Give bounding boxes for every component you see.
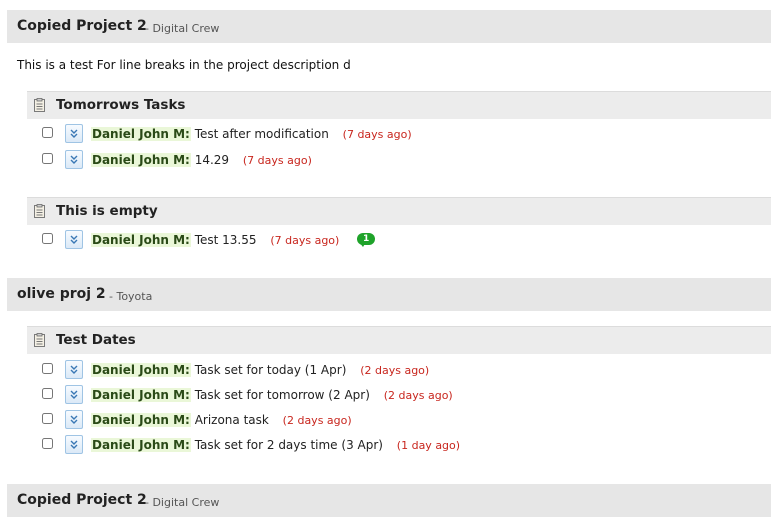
project-header: Copied Project 2 - Digital Crew xyxy=(7,484,771,517)
task-expand-button[interactable] xyxy=(65,385,83,404)
task-list-title[interactable]: Tomorrows Tasks xyxy=(56,97,185,113)
task-expand-button[interactable] xyxy=(65,360,83,379)
task-row: Daniel John M: Arizona task (2 days ago) xyxy=(42,410,742,432)
task-checkbox[interactable] xyxy=(42,153,53,164)
task-text: Daniel John M: Task set for tomorrow (2 … xyxy=(91,388,453,402)
task-checkbox[interactable] xyxy=(42,363,53,374)
task-text: Daniel John M: Test 13.55 (7 days ago) 1 xyxy=(91,233,376,247)
task-list-title[interactable]: This is empty xyxy=(56,203,158,219)
task-list-header: This is empty xyxy=(27,197,771,225)
task-age: (2 days ago) xyxy=(383,389,453,402)
task-description[interactable]: Test 13.55 xyxy=(195,233,257,247)
double-chevron-down-icon xyxy=(70,365,78,374)
clipboard-icon xyxy=(34,333,45,347)
task-age: (7 days ago) xyxy=(270,234,340,247)
task-age: (2 days ago) xyxy=(282,414,352,427)
task-list-header: Tomorrows Tasks xyxy=(27,91,771,119)
project-client: - Digital Crew xyxy=(145,22,220,35)
task-expand-button[interactable] xyxy=(65,124,83,143)
task-list-title[interactable]: Test Dates xyxy=(56,332,136,348)
task-expand-button[interactable] xyxy=(65,410,83,429)
task-description[interactable]: Test after modification xyxy=(195,127,329,141)
task-age: (1 day ago) xyxy=(396,439,461,452)
task-owner: Daniel John M: xyxy=(91,388,191,402)
task-checkbox[interactable] xyxy=(42,233,53,244)
clipboard-icon xyxy=(34,98,45,112)
task-owner: Daniel John M: xyxy=(91,153,191,167)
double-chevron-down-icon xyxy=(70,415,78,424)
task-list-header: Test Dates xyxy=(27,326,771,354)
task-age: (7 days ago) xyxy=(342,128,412,141)
task-checkbox[interactable] xyxy=(42,127,53,138)
task-row: Daniel John M: Test 13.55 (7 days ago) 1 xyxy=(42,230,742,252)
task-text: Daniel John M: Task set for today (1 Apr… xyxy=(91,363,429,377)
project-description: This is a test For line breaks in the pr… xyxy=(17,58,351,72)
task-row: Daniel John M: Test after modification (… xyxy=(42,124,742,146)
task-checkbox[interactable] xyxy=(42,388,53,399)
task-owner: Daniel John M: xyxy=(91,233,191,247)
task-checkbox[interactable] xyxy=(42,413,53,424)
task-owner: Daniel John M: xyxy=(91,363,191,377)
task-text: Daniel John M: 14.29 (7 days ago) xyxy=(91,153,312,167)
double-chevron-down-icon xyxy=(70,155,78,164)
task-row: Daniel John M: Task set for 2 days time … xyxy=(42,435,742,457)
task-row: Daniel John M: Task set for today (1 Apr… xyxy=(42,360,742,382)
task-description[interactable]: Arizona task xyxy=(195,413,269,427)
task-expand-button[interactable] xyxy=(65,230,83,249)
project-header: Copied Project 2 - Digital Crew xyxy=(7,10,771,43)
task-expand-button[interactable] xyxy=(65,435,83,454)
project-title[interactable]: Copied Project 2 xyxy=(17,492,147,508)
project-header: olive proj 2 - Toyota xyxy=(7,278,771,311)
project-title[interactable]: Copied Project 2 xyxy=(17,18,147,34)
project-client: - Toyota xyxy=(109,290,153,303)
task-owner: Daniel John M: xyxy=(91,413,191,427)
task-owner: Daniel John M: xyxy=(91,127,191,141)
task-description[interactable]: Task set for today (1 Apr) xyxy=(195,363,347,377)
task-text: Daniel John M: Task set for 2 days time … xyxy=(91,438,460,452)
double-chevron-down-icon xyxy=(70,440,78,449)
task-text: Daniel John M: Test after modification (… xyxy=(91,127,412,141)
project-title[interactable]: olive proj 2 xyxy=(17,286,106,302)
task-row: Daniel John M: 14.29 (7 days ago) xyxy=(42,150,742,172)
task-row: Daniel John M: Task set for tomorrow (2 … xyxy=(42,385,742,407)
task-checkbox[interactable] xyxy=(42,438,53,449)
clipboard-icon xyxy=(34,204,45,218)
task-description[interactable]: Task set for 2 days time (3 Apr) xyxy=(195,438,383,452)
double-chevron-down-icon xyxy=(70,390,78,399)
task-description[interactable]: Task set for tomorrow (2 Apr) xyxy=(195,388,370,402)
task-text: Daniel John M: Arizona task (2 days ago) xyxy=(91,413,352,427)
project-client: - Digital Crew xyxy=(145,496,220,509)
task-age: (2 days ago) xyxy=(360,364,430,377)
double-chevron-down-icon xyxy=(70,129,78,138)
task-description[interactable]: 14.29 xyxy=(195,153,229,167)
double-chevron-down-icon xyxy=(70,235,78,244)
task-owner: Daniel John M: xyxy=(91,438,191,452)
comment-bubble-icon[interactable]: 1 xyxy=(357,233,376,247)
task-age: (7 days ago) xyxy=(242,154,312,167)
task-expand-button[interactable] xyxy=(65,150,83,169)
